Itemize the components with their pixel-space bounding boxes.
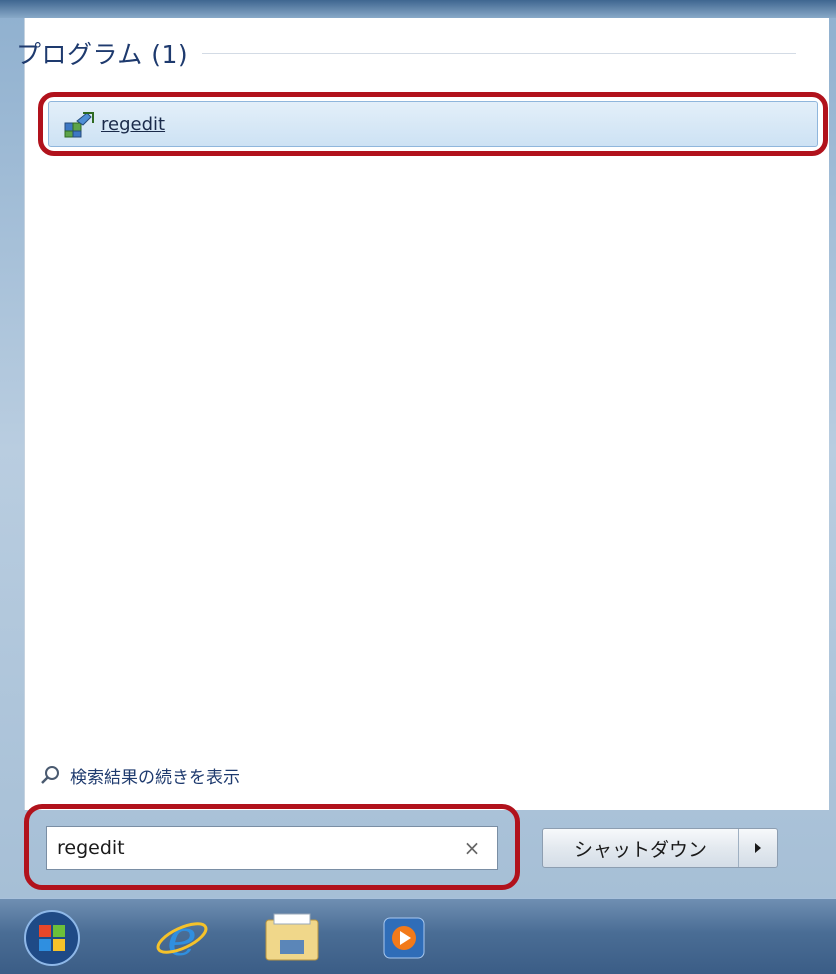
search-icon — [41, 766, 59, 784]
result-label: regedit — [101, 113, 166, 135]
search-result-regedit[interactable]: regedit — [48, 101, 818, 147]
internet-explorer-icon: e — [156, 909, 208, 967]
clear-search-button[interactable]: × — [457, 833, 487, 863]
registry-editor-icon — [64, 112, 94, 138]
see-more-results-link[interactable]: 検索結果の続きを表示 — [40, 760, 240, 790]
file-explorer-icon — [265, 913, 319, 961]
start-button[interactable] — [20, 907, 84, 969]
section-divider — [202, 52, 796, 54]
file-explorer-button[interactable] — [260, 907, 324, 969]
svg-text:e: e — [167, 909, 197, 967]
search-box: × — [46, 826, 498, 870]
programs-section-header: プログラム (1) — [16, 38, 796, 69]
start-orb-icon — [24, 910, 80, 966]
chevron-right-icon — [755, 843, 761, 853]
search-input[interactable] — [47, 826, 457, 870]
shutdown-button[interactable]: シャットダウン — [543, 829, 739, 867]
start-menu-top-edge — [0, 0, 836, 18]
internet-explorer-button[interactable]: e — [150, 907, 214, 969]
media-player-icon — [383, 917, 425, 959]
shutdown-button-group: シャットダウン — [542, 828, 778, 868]
see-more-label: 検索結果の続きを表示 — [70, 767, 240, 788]
taskbar: e — [0, 898, 836, 974]
media-player-button[interactable] — [372, 907, 436, 969]
section-title: プログラム (1) — [16, 40, 189, 69]
shutdown-options-button[interactable] — [739, 829, 777, 867]
